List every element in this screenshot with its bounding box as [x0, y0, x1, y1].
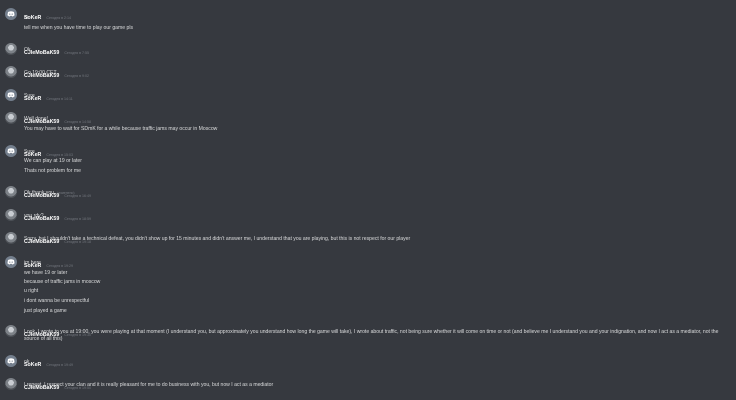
message-text: tell me when you have time to play our g… [24, 25, 134, 31]
avatar[interactable] [5, 112, 17, 124]
avatar[interactable] [5, 325, 17, 337]
avatar[interactable] [5, 66, 17, 78]
message-feed: SoKeR Сегодня в 2:14 hi tell me when you … [0, 0, 736, 400]
message-text: im here [24, 260, 41, 266]
message-text: i dont wanna be unrespectful [24, 298, 90, 304]
avatar[interactable] [5, 232, 17, 244]
message-text: u right [24, 288, 39, 294]
avatar[interactable] [5, 43, 17, 55]
message-text: because of traffic jams in moscow [24, 279, 101, 285]
avatar[interactable] [5, 186, 17, 198]
message-body: Ok thank you [24, 190, 55, 196]
timestamp: Сегодня в 14:58 [64, 120, 92, 124]
timestamp: Сегодня в 19:29 [46, 264, 74, 268]
timestamp: Сегодня в 19:49 [46, 363, 74, 367]
avatar[interactable] [5, 145, 17, 157]
avatar[interactable] [5, 8, 17, 20]
message-text: We can play at 19 or later [24, 158, 82, 164]
timestamp: Сегодня в 15:03 [46, 153, 74, 157]
message-header: SoKeR Сегодня в 19:49 [24, 353, 73, 368]
timestamp: Сегодня в 7:55 [64, 51, 90, 55]
discord-logo-icon [7, 11, 15, 17]
message-text: Sorry, but I shouldn't take a technical … [24, 236, 411, 242]
message-text: Ok thank you (изменено) [24, 190, 74, 197]
discord-logo-icon [7, 358, 15, 364]
discord-logo-icon [7, 92, 15, 98]
timestamp: Сегодня в 14:11 [46, 97, 73, 101]
message-text: you rdy? [24, 213, 44, 219]
message-text: Go 19:00 CET [24, 70, 57, 76]
message-text: I repeat, I respect your clan and it is … [24, 382, 274, 388]
discord-logo-icon [7, 259, 15, 265]
avatar[interactable] [5, 209, 17, 221]
message-text: we have 19 or later [24, 270, 68, 276]
timestamp: Сегодня в 2:14 [46, 16, 72, 20]
message-text: Thats not problem for me [24, 168, 81, 174]
message-header: CJleMoBaK59 Сегодня в 7:55 [24, 41, 89, 56]
timestamp: Сегодня в 9:02 [64, 74, 90, 78]
message-text: hi [24, 15, 28, 21]
message-text: You may have to wait for SDmK for a whil… [24, 126, 218, 132]
message-text: ok [24, 359, 30, 365]
avatar[interactable] [5, 89, 17, 101]
avatar[interactable] [5, 378, 17, 390]
message-text: Sure [24, 93, 35, 99]
message-text: just played a game [24, 308, 67, 314]
message-text: Sure [24, 149, 35, 155]
edited-label: (изменено) [57, 191, 75, 195]
message-text: Look, I wrote to you at 19:00, you were … [24, 329, 719, 342]
timestamp: Сегодня в 18:59 [64, 217, 92, 221]
message-text: Ok [24, 47, 31, 53]
avatar[interactable] [5, 355, 17, 367]
message-text: Well done! [24, 116, 48, 122]
message-header: SoKeR Сегодня в 2:14 [24, 6, 71, 21]
avatar[interactable] [5, 256, 17, 268]
discord-logo-icon [7, 148, 15, 154]
